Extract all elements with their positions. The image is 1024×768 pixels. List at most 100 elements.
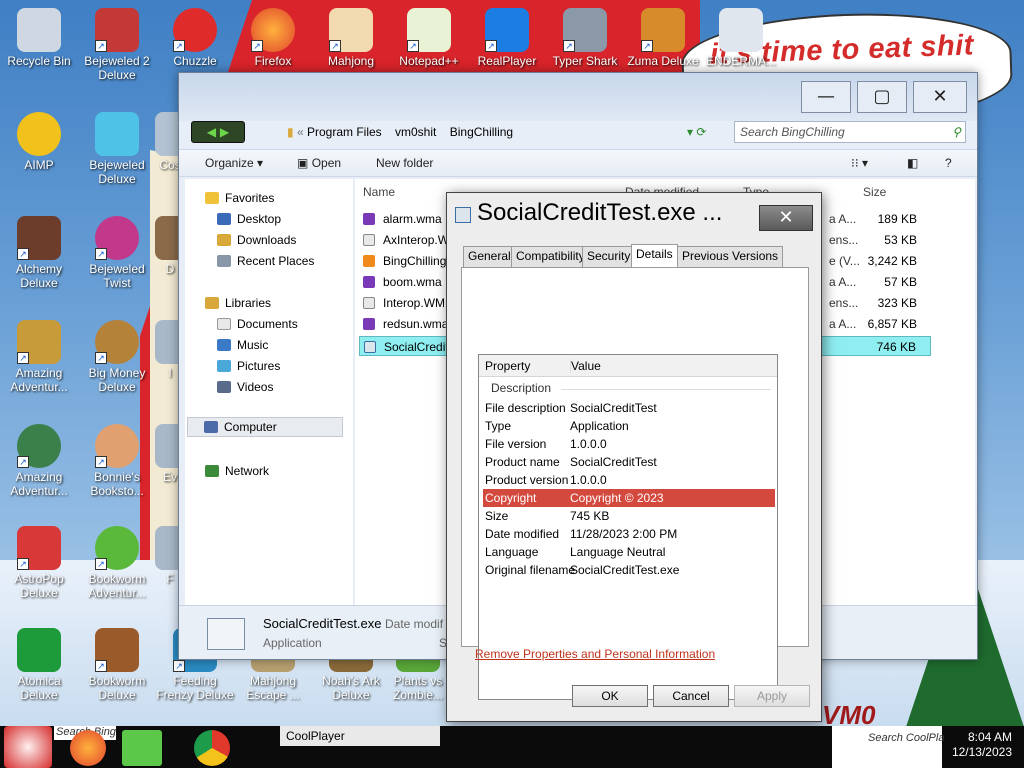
desktop-icon-bonnies-bookstore[interactable]: ↗ Bonnie's Booksto... bbox=[78, 420, 156, 498]
ok-button[interactable]: OK bbox=[572, 685, 648, 707]
desktop-icon-realplayer[interactable]: ↗ RealPlayer bbox=[468, 4, 546, 68]
libraries-icon bbox=[205, 297, 219, 309]
chrome-icon[interactable] bbox=[194, 730, 230, 766]
property-row[interactable]: Type Application bbox=[483, 417, 775, 435]
taskbar-search-coolplayer[interactable]: Search CoolPla bbox=[868, 732, 944, 744]
close-button[interactable]: ✕ bbox=[759, 205, 813, 231]
column-size[interactable]: Size bbox=[863, 185, 886, 199]
property-row[interactable]: Product version 1.0.0.0 bbox=[483, 471, 775, 489]
desktop-icon-enderma[interactable]: ENDERMA... bbox=[702, 4, 780, 68]
desktop-icon-zuma[interactable]: ↗ Zuma Deluxe bbox=[624, 4, 702, 68]
search-icon[interactable]: ⚲ bbox=[952, 122, 961, 142]
cancel-button[interactable]: Cancel bbox=[653, 685, 729, 707]
desktop-icon-atomica[interactable]: Atomica Deluxe bbox=[0, 624, 78, 702]
nav-downloads[interactable]: Downloads bbox=[217, 233, 296, 247]
new-folder-button[interactable]: New folder bbox=[376, 156, 433, 170]
nav-documents[interactable]: Documents bbox=[217, 317, 298, 331]
search-input[interactable]: Search BingChilling ⚲ bbox=[734, 121, 966, 143]
desktop-icon-aimp[interactable]: AIMP bbox=[0, 108, 78, 172]
desktop-icon-mahjong[interactable]: ↗ Mahjong bbox=[312, 4, 390, 68]
file-explorer-icon[interactable] bbox=[122, 730, 162, 766]
back-forward-buttons[interactable]: ◀ ▶ bbox=[191, 121, 245, 143]
desktop-icon-label: Feeding Frenzy Deluxe bbox=[156, 674, 234, 702]
nav-computer[interactable]: Computer bbox=[187, 417, 343, 437]
property-row[interactable]: File version 1.0.0.0 bbox=[483, 435, 775, 453]
exe-file-icon bbox=[207, 618, 245, 650]
firefox-icon[interactable] bbox=[70, 730, 106, 766]
breadcrumb[interactable]: ▮ « Program Files vm0shit BingChilling ▾… bbox=[287, 121, 717, 143]
bejeweled-icon bbox=[95, 112, 139, 156]
preview-pane-icon[interactable]: ◧ bbox=[907, 156, 918, 170]
property-row[interactable]: Date modified 11/28/2023 2:00 PM bbox=[483, 525, 775, 543]
chevron-icon: « bbox=[296, 125, 307, 139]
nav-desktop[interactable]: Desktop bbox=[217, 212, 281, 226]
desktop-icon-label: Zuma Deluxe bbox=[627, 54, 699, 68]
nav-videos[interactable]: Videos bbox=[217, 380, 273, 394]
apply-button[interactable]: Apply bbox=[734, 685, 810, 707]
taskbar-coolplayer[interactable]: CoolPlayer bbox=[280, 726, 440, 746]
nav-recent-places[interactable]: Recent Places bbox=[217, 254, 314, 268]
organize-button[interactable]: Organize ▾ bbox=[205, 156, 263, 170]
clock-time: 8:04 AM bbox=[967, 730, 1012, 744]
tab-security[interactable]: Security bbox=[582, 246, 636, 267]
desktop-icon-big-money[interactable]: ↗ Big Money Deluxe bbox=[78, 316, 156, 394]
column-value[interactable]: Value bbox=[570, 359, 601, 373]
desktop-icon-astropop[interactable]: ↗ AstroPop Deluxe bbox=[0, 522, 78, 600]
desktop-icon-amazing-adventures-2[interactable]: ↗ Amazing Adventur... bbox=[0, 420, 78, 498]
view-options-icon[interactable]: ⁝⁝ ▾ bbox=[851, 156, 868, 170]
desktop-icon-bejeweled[interactable]: Bejeweled Deluxe bbox=[78, 108, 156, 186]
desktop-icon-notepadpp[interactable]: ↗ Notepad++ bbox=[390, 4, 468, 68]
desktop-icon-recycle-bin[interactable]: Recycle Bin bbox=[0, 4, 78, 68]
column-name[interactable]: Name bbox=[363, 185, 395, 199]
close-button[interactable]: ✕ bbox=[913, 81, 967, 113]
tab-compatibility[interactable]: Compatibility bbox=[511, 246, 590, 267]
help-icon[interactable]: ? bbox=[945, 156, 952, 170]
desktop-icon-firefox[interactable]: ↗ Firefox bbox=[234, 4, 312, 68]
desktop-icon-amazing-adventures-1[interactable]: ↗ Amazing Adventur... bbox=[0, 316, 78, 394]
property-row[interactable]: Size 745 KB bbox=[483, 507, 775, 525]
property-row[interactable]: Language Language Neutral bbox=[483, 543, 775, 561]
nav-libraries[interactable]: Libraries bbox=[205, 296, 271, 310]
remove-properties-link[interactable]: Remove Properties and Personal Informati… bbox=[475, 647, 715, 661]
videos-icon bbox=[217, 381, 231, 393]
breadcrumb-bingchilling[interactable]: BingChilling bbox=[450, 125, 513, 139]
details-date-label: Date modif bbox=[385, 617, 444, 631]
property-row-selected[interactable]: Copyright Copyright © 2023 bbox=[483, 489, 775, 507]
tab-details[interactable]: Details bbox=[631, 244, 678, 268]
desktop-icon-label: Chuzzle bbox=[173, 54, 217, 68]
maximize-button[interactable]: ▢ bbox=[857, 81, 907, 113]
desktop-icon-bejeweled-twist[interactable]: ↗ Bejeweled Twist bbox=[78, 212, 156, 290]
property-row[interactable]: Original filename SocialCreditTest.exe bbox=[483, 561, 775, 579]
desktop-icon-alchemy[interactable]: ↗ Alchemy Deluxe bbox=[0, 212, 78, 290]
nav-favorites[interactable]: Favorites bbox=[205, 191, 274, 205]
tab-previous-versions[interactable]: Previous Versions bbox=[677, 246, 784, 267]
pictures-icon bbox=[217, 360, 231, 372]
open-button[interactable]: ▣ Open bbox=[297, 156, 341, 170]
desktop-icon-bookworm-deluxe[interactable]: ↗ Bookworm Deluxe bbox=[78, 624, 156, 702]
breadcrumb-vm0shit[interactable]: vm0shit bbox=[395, 125, 436, 139]
explorer-titlebar[interactable]: — ▢ ✕ bbox=[179, 73, 977, 121]
desktop-icon-bejeweled2[interactable]: ↗ Bejeweled 2 Deluxe bbox=[78, 4, 156, 82]
desktop-icon-chuzzle[interactable]: ↗ Chuzzle bbox=[156, 4, 234, 68]
nav-music[interactable]: Music bbox=[217, 338, 268, 352]
desktop-icon-label: Firefox bbox=[254, 54, 292, 68]
nav-pictures[interactable]: Pictures bbox=[217, 359, 280, 373]
refresh-icon[interactable]: ▾ ⟳ bbox=[687, 121, 706, 143]
system-clock[interactable]: 8:04 AM 12/13/2023 bbox=[948, 730, 1012, 760]
property-row[interactable]: Product name SocialCreditTest bbox=[483, 453, 775, 471]
breadcrumb-program-files[interactable]: Program Files bbox=[307, 125, 382, 139]
minimize-button[interactable]: — bbox=[801, 81, 851, 113]
exe-file-icon bbox=[455, 207, 471, 223]
explorer-toolbar: Organize ▾ ▣ Open New folder ⁝⁝ ▾ ◧ ? bbox=[179, 149, 977, 177]
start-button[interactable] bbox=[4, 726, 52, 768]
property-row[interactable]: File description SocialCreditTest bbox=[483, 399, 775, 417]
dialog-title: SocialCreditTest.exe ... bbox=[477, 199, 723, 226]
desktop-icon-typer-shark[interactable]: ↗ Typer Shark bbox=[546, 4, 624, 68]
search-placeholder: Search BingChilling bbox=[740, 125, 845, 139]
tab-general[interactable]: General bbox=[463, 246, 516, 267]
desktop-icon-bookworm-adventures[interactable]: ↗ Bookworm Adventur... bbox=[78, 522, 156, 600]
desktop-icon-label: AstroPop Deluxe bbox=[14, 572, 64, 600]
nav-network[interactable]: Network bbox=[205, 464, 269, 478]
desktop-icon-label: Bejeweled Twist bbox=[89, 262, 145, 290]
column-property[interactable]: Property bbox=[485, 359, 530, 373]
